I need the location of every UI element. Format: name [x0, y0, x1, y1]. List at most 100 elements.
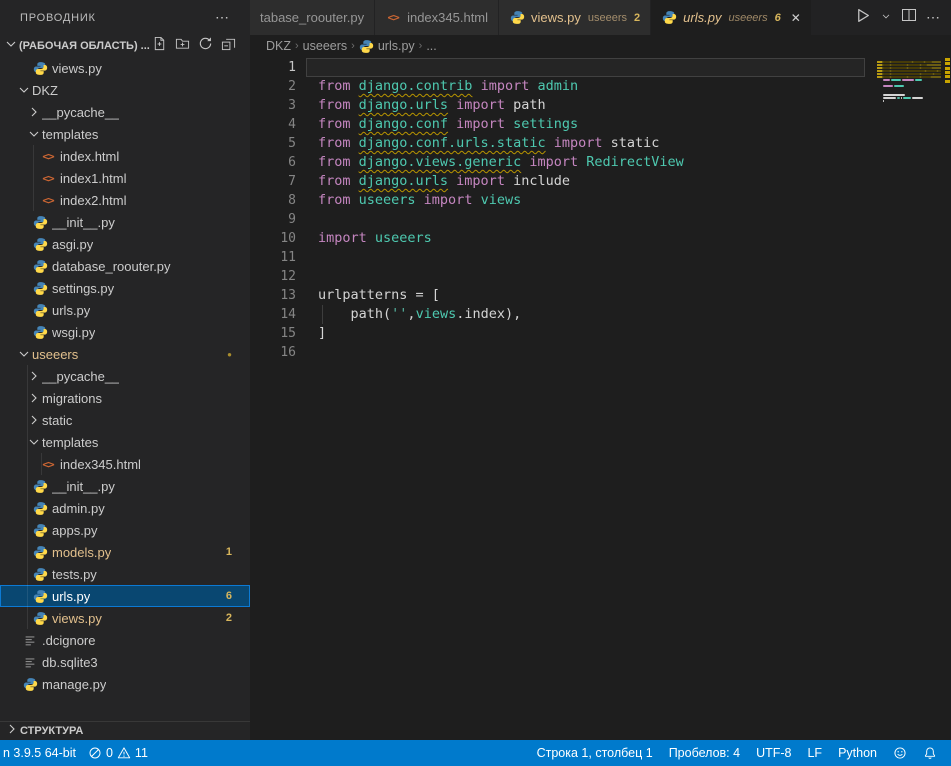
tree-item-models.py[interactable]: models.py1: [0, 541, 250, 563]
status-eol[interactable]: LF: [807, 746, 822, 760]
tree-item-.dcignore[interactable]: .dcignore: [0, 629, 250, 651]
tree-item-index345.html[interactable]: <>index345.html: [0, 453, 250, 475]
tree-item-wsgi.py[interactable]: wsgi.py: [0, 321, 250, 343]
tab-tabase_roouter.py[interactable]: tabase_roouter.py: [250, 0, 374, 35]
tree-item-index1.html[interactable]: <>index1.html: [0, 167, 250, 189]
minimap-line: [877, 88, 941, 90]
status-python-version[interactable]: n 3.9.5 64-bit: [3, 746, 76, 760]
code-line-8[interactable]: 8from useeers import views: [250, 191, 951, 210]
collapse-all-button[interactable]: [220, 38, 236, 54]
code-line-3[interactable]: 3from django.urls import path: [250, 96, 951, 115]
code-editor[interactable]: 1 2from django.contrib import admin3from…: [250, 57, 951, 740]
close-icon[interactable]: ✕: [791, 11, 801, 25]
status-feedback[interactable]: [893, 746, 907, 760]
code-token: urlpatterns = [: [318, 287, 440, 303]
tab-views.py[interactable]: views.pyuseeers2: [499, 0, 650, 35]
tree-item-label: tests.py: [52, 567, 97, 582]
tree-item-useeers[interactable]: useeers●: [0, 343, 250, 365]
tree-item-views.py[interactable]: views.py2: [0, 607, 250, 629]
tree-item-views.py[interactable]: views.py: [0, 57, 250, 79]
code-line-5[interactable]: 5from django.conf.urls.static import sta…: [250, 134, 951, 153]
tree-item-apps.py[interactable]: apps.py: [0, 519, 250, 541]
new-file-button[interactable]: [151, 38, 167, 54]
code-line-11[interactable]: 11: [250, 248, 951, 267]
tree-item-__pycache__[interactable]: __pycache__: [0, 365, 250, 387]
code-line-9[interactable]: 9: [250, 210, 951, 229]
tree-item-urls.py[interactable]: urls.py6: [0, 585, 250, 607]
line-content: from useeers import views: [306, 191, 865, 210]
html-icon: <>: [385, 10, 401, 26]
tree-item-__pycache__[interactable]: __pycache__: [0, 101, 250, 123]
workspace-section-header[interactable]: (РАБОЧАЯ ОБЛАСТЬ) ...: [0, 35, 250, 57]
html-icon: <>: [40, 148, 56, 164]
code-line-7[interactable]: 7from django.urls import include: [250, 172, 951, 191]
code-line-2[interactable]: 2from django.contrib import admin: [250, 77, 951, 96]
split-editor-button[interactable]: [901, 7, 917, 28]
tree-item-label: manage.py: [42, 677, 106, 692]
status-indentation[interactable]: Пробелов: 4: [669, 746, 740, 760]
tree-item-templates[interactable]: templates: [0, 123, 250, 145]
status-cursor-position[interactable]: Строка 1, столбец 1: [537, 746, 653, 760]
tree-item-tests.py[interactable]: tests.py: [0, 563, 250, 585]
overview-ruler: [944, 57, 951, 740]
tree-item-label: apps.py: [52, 523, 98, 538]
minimap-line: [877, 103, 941, 105]
code-line-12[interactable]: 12: [250, 267, 951, 286]
tab-urls.py[interactable]: urls.pyuseeers6✕: [651, 0, 811, 35]
breadcrumb-item[interactable]: DKZ: [266, 39, 291, 53]
minimap[interactable]: [877, 58, 941, 106]
run-dropdown-button[interactable]: [880, 9, 892, 27]
code-line-14[interactable]: 14 path('',views.index),: [250, 305, 951, 324]
run-button[interactable]: [854, 7, 871, 29]
tree-item-__init__.py[interactable]: __init__.py: [0, 211, 250, 233]
outline-section-header[interactable]: СТРУКТУРА: [0, 721, 250, 740]
new-folder-button[interactable]: [174, 38, 190, 54]
code-line-15[interactable]: 15]: [250, 324, 951, 343]
tree-item-templates[interactable]: templates: [0, 431, 250, 453]
tree-item-DKZ[interactable]: DKZ: [0, 79, 250, 101]
tree-item-index2.html[interactable]: <>index2.html: [0, 189, 250, 211]
tree-item-urls.py[interactable]: urls.py: [0, 299, 250, 321]
code-token: import: [448, 97, 513, 113]
tree-item-__init__.py[interactable]: __init__.py: [0, 475, 250, 497]
code-line-10[interactable]: 10import useeers: [250, 229, 951, 248]
code-line-4[interactable]: 4from django.conf import settings: [250, 115, 951, 134]
tree-item-settings.py[interactable]: settings.py: [0, 277, 250, 299]
indent-guide: [27, 541, 28, 563]
code-line-1[interactable]: 1: [250, 58, 951, 77]
status-problems[interactable]: 011: [88, 746, 148, 760]
tree-item-index.html[interactable]: <>index.html: [0, 145, 250, 167]
status-notifications[interactable]: [923, 746, 937, 760]
status-encoding[interactable]: UTF-8: [756, 746, 791, 760]
tree-item-manage.py[interactable]: manage.py: [0, 673, 250, 695]
problems-badge: 2: [226, 612, 232, 624]
outline-label: СТРУКТУРА: [20, 725, 83, 737]
status-left: n 3.9.5 64-bit 011: [0, 746, 148, 760]
collapse-all-icon: [221, 36, 236, 56]
code-line-13[interactable]: 13urlpatterns = [: [250, 286, 951, 305]
indent-guide: [27, 519, 28, 541]
tree-item-static[interactable]: static: [0, 409, 250, 431]
warning-mark: [945, 80, 950, 83]
tab-index345.html[interactable]: <>index345.html: [375, 0, 498, 35]
tree-item-label: settings.py: [52, 281, 114, 296]
tree-item-asgi.py[interactable]: asgi.py: [0, 233, 250, 255]
breadcrumb-item[interactable]: useeers: [303, 39, 347, 53]
tree-item-admin.py[interactable]: admin.py: [0, 497, 250, 519]
tree-item-migrations[interactable]: migrations: [0, 387, 250, 409]
code-token: static: [611, 135, 660, 151]
refresh-button[interactable]: [197, 38, 213, 54]
code-token: from: [318, 116, 359, 132]
breadcrumb-item[interactable]: ...: [426, 39, 436, 53]
tree-item-db.sqlite3[interactable]: db.sqlite3: [0, 651, 250, 673]
tree-item-database_roouter.py[interactable]: database_roouter.py: [0, 255, 250, 277]
explorer-more-icon[interactable]: ⋯: [215, 9, 230, 26]
status-language[interactable]: Python: [838, 746, 877, 760]
breadcrumb-item[interactable]: urls.py: [359, 39, 415, 54]
code-line-16[interactable]: 16: [250, 343, 951, 362]
code-line-6[interactable]: 6from django.views.generic import Redire…: [250, 153, 951, 172]
more-actions-button[interactable]: ⋯: [926, 9, 941, 27]
code-token: from: [318, 135, 359, 151]
line-content: from django.urls import path: [306, 96, 865, 115]
tab-title: urls.py: [683, 10, 721, 25]
